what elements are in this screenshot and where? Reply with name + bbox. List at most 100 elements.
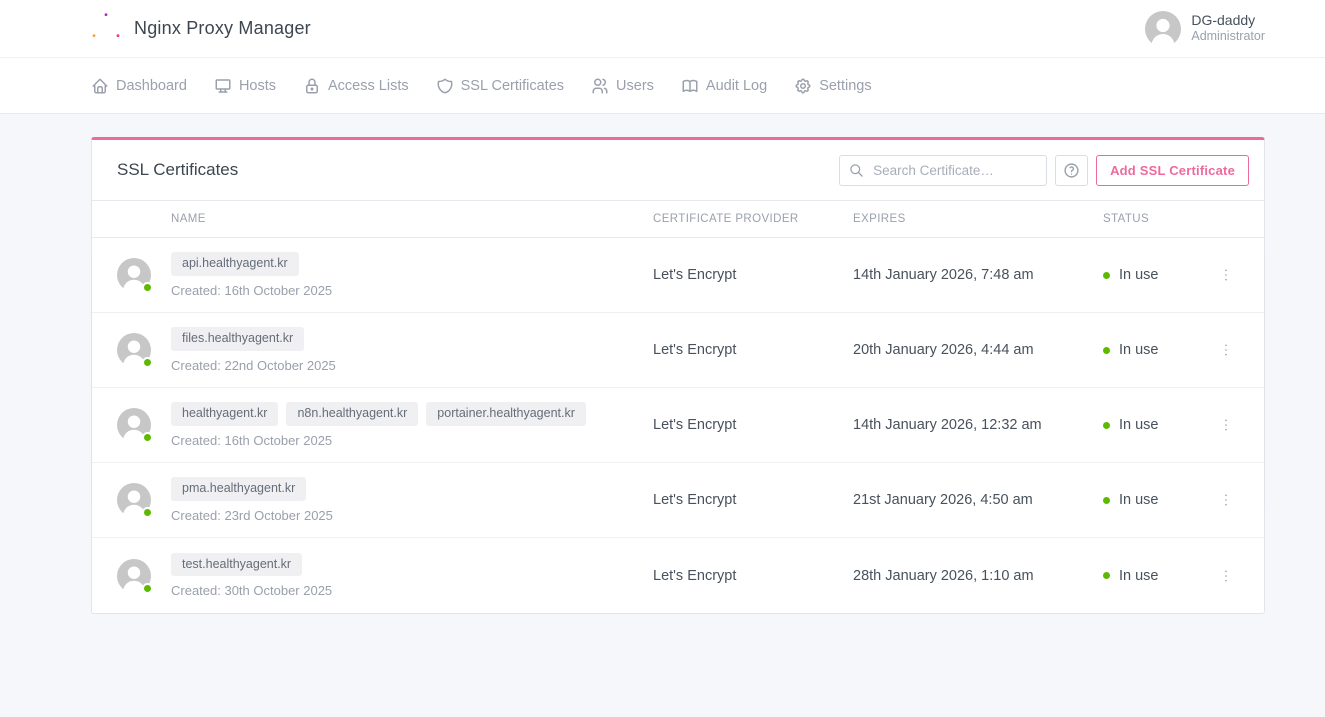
domain-tag: files.healthyagent.kr (171, 327, 305, 351)
status-badge: In use (1119, 567, 1159, 584)
expires-date: 28th January 2026, 1:10 am (853, 567, 1034, 584)
page-title: SSL Certificates (117, 160, 239, 179)
column-header-provider: CERTIFICATE PROVIDER (653, 213, 799, 225)
certificate-row: api.healthyagent.kr Created: 16th Octobe… (92, 238, 1264, 313)
kebab-icon (1218, 342, 1234, 358)
search-box (839, 154, 1048, 186)
expires-date: 14th January 2026, 12:32 am (853, 417, 1042, 433)
online-dot-icon (142, 507, 153, 518)
nav-item-settings[interactable]: Settings (794, 77, 872, 95)
help-icon (1063, 162, 1080, 179)
nav-item-audit-log[interactable]: Audit Log (681, 77, 767, 95)
nav-item-label: Access Lists (328, 77, 409, 94)
certificate-avatar (117, 483, 153, 518)
created-date: Created: 16th October 2025 (171, 432, 333, 448)
nav-item-label: Settings (819, 77, 872, 94)
table-header-row: NAME CERTIFICATE PROVIDER EXPIRES STATUS (92, 200, 1264, 238)
row-menu-button[interactable] (1214, 488, 1238, 512)
row-menu-button[interactable] (1214, 564, 1238, 588)
nav-item-label: Users (616, 77, 654, 94)
certificate-row: files.healthyagent.kr Created: 22nd Octo… (92, 313, 1264, 388)
status-dot-icon (1103, 496, 1110, 504)
domain-tag: n8n.healthyagent.kr (286, 402, 419, 426)
user-role: Administrator (1191, 29, 1265, 44)
ssl-certificates-card: SSL Certificates Add SSL Certificate NAM… (91, 137, 1265, 614)
book-icon (681, 77, 699, 95)
certificate-provider: Let's Encrypt (653, 567, 737, 584)
nav-item-users[interactable]: Users (591, 77, 654, 95)
column-header-status: STATUS (1103, 213, 1150, 225)
certificate-row: pma.healthyagent.kr Created: 23rd Octobe… (92, 463, 1264, 538)
created-date: Created: 30th October 2025 (171, 583, 333, 599)
nav-item-access-lists[interactable]: Access Lists (303, 77, 409, 95)
brand[interactable]: Nginx Proxy Manager (91, 12, 311, 45)
certificate-avatar (117, 258, 153, 293)
app-title: Nginx Proxy Manager (134, 18, 311, 38)
created-date: Created: 16th October 2025 (171, 282, 333, 298)
main-nav: Dashboard Hosts Access Lists SSL Certifi… (0, 58, 1325, 114)
column-header-name: NAME (171, 213, 206, 225)
domain-tags: pma.healthyagent.kr (171, 477, 653, 501)
card-header: SSL Certificates Add SSL Certificate (92, 140, 1264, 200)
user-menu[interactable]: DG-daddy Administrator (1145, 11, 1265, 47)
user-avatar (1145, 11, 1181, 47)
gear-icon (794, 77, 812, 95)
row-menu-button[interactable] (1214, 338, 1238, 362)
domain-tags: healthyagent.kr n8n.healthyagent.kr portai… (171, 402, 653, 426)
shield-icon (436, 77, 454, 95)
online-dot-icon (142, 357, 153, 368)
domain-tag: healthyagent.kr (171, 402, 279, 426)
status-dot-icon (1103, 271, 1110, 279)
created-date: Created: 22nd October 2025 (171, 357, 336, 373)
certificate-provider: Let's Encrypt (653, 417, 737, 433)
row-menu-button[interactable] (1214, 263, 1238, 287)
online-dot-icon (142, 432, 153, 443)
certificate-avatar (117, 559, 153, 594)
certificate-row: healthyagent.kr n8n.healthyagent.kr portai… (92, 388, 1264, 463)
nav-item-label: Audit Log (705, 77, 768, 94)
certificate-provider: Let's Encrypt (653, 342, 737, 358)
nav-item-dashboard[interactable]: Dashboard (91, 77, 187, 95)
add-ssl-certificate-button[interactable]: Add SSL Certificate (1096, 154, 1249, 186)
search-icon (849, 163, 864, 178)
nav-item-label: Hosts (238, 77, 277, 94)
nav-item-label: Dashboard (116, 77, 187, 94)
online-dot-icon (142, 582, 153, 594)
kebab-icon (1218, 492, 1234, 508)
domain-tag: api.healthyagent.kr (171, 252, 299, 276)
expires-date: 14th January 2026, 7:48 am (853, 267, 1034, 283)
user-name: DG-daddy (1191, 11, 1256, 28)
domain-tags: test.healthyagent.kr (171, 552, 653, 577)
nav-item-label: SSL Certificates (460, 77, 565, 94)
users-icon (591, 77, 609, 95)
kebab-icon (1218, 568, 1234, 584)
domain-tag: test.healthyagent.kr (171, 552, 303, 577)
search-input[interactable] (839, 154, 1048, 186)
table-body: api.healthyagent.kr Created: 16th Octobe… (92, 238, 1264, 613)
status-badge: In use (1119, 342, 1159, 358)
kebab-icon (1218, 417, 1234, 433)
domain-tags: api.healthyagent.kr (171, 252, 653, 276)
nav-item-ssl-certificates[interactable]: SSL Certificates (436, 77, 564, 95)
online-dot-icon (142, 282, 153, 293)
monitor-icon (214, 77, 232, 95)
column-header-expires: EXPIRES (853, 213, 906, 225)
certificate-row: test.healthyagent.kr Created: 30th Octob… (92, 538, 1264, 613)
status-badge: In use (1119, 267, 1159, 283)
status-dot-icon (1103, 572, 1110, 579)
app-logo-icon (91, 12, 121, 45)
status-dot-icon (1103, 346, 1110, 354)
status-badge: In use (1119, 492, 1159, 508)
expires-date: 21st January 2026, 4:50 am (853, 492, 1033, 508)
certificate-avatar (117, 333, 153, 368)
domain-tags: files.healthyagent.kr (171, 327, 653, 351)
certificate-provider: Let's Encrypt (653, 492, 737, 508)
help-button[interactable] (1055, 154, 1089, 186)
nav-item-hosts[interactable]: Hosts (214, 77, 276, 95)
app-header: Nginx Proxy Manager DG-daddy Administrat… (0, 0, 1325, 58)
content-area: SSL Certificates Add SSL Certificate NAM… (0, 137, 1325, 614)
row-menu-button[interactable] (1214, 413, 1238, 437)
kebab-icon (1218, 267, 1234, 283)
expires-date: 20th January 2026, 4:44 am (853, 342, 1034, 358)
created-date: Created: 23rd October 2025 (171, 507, 333, 523)
